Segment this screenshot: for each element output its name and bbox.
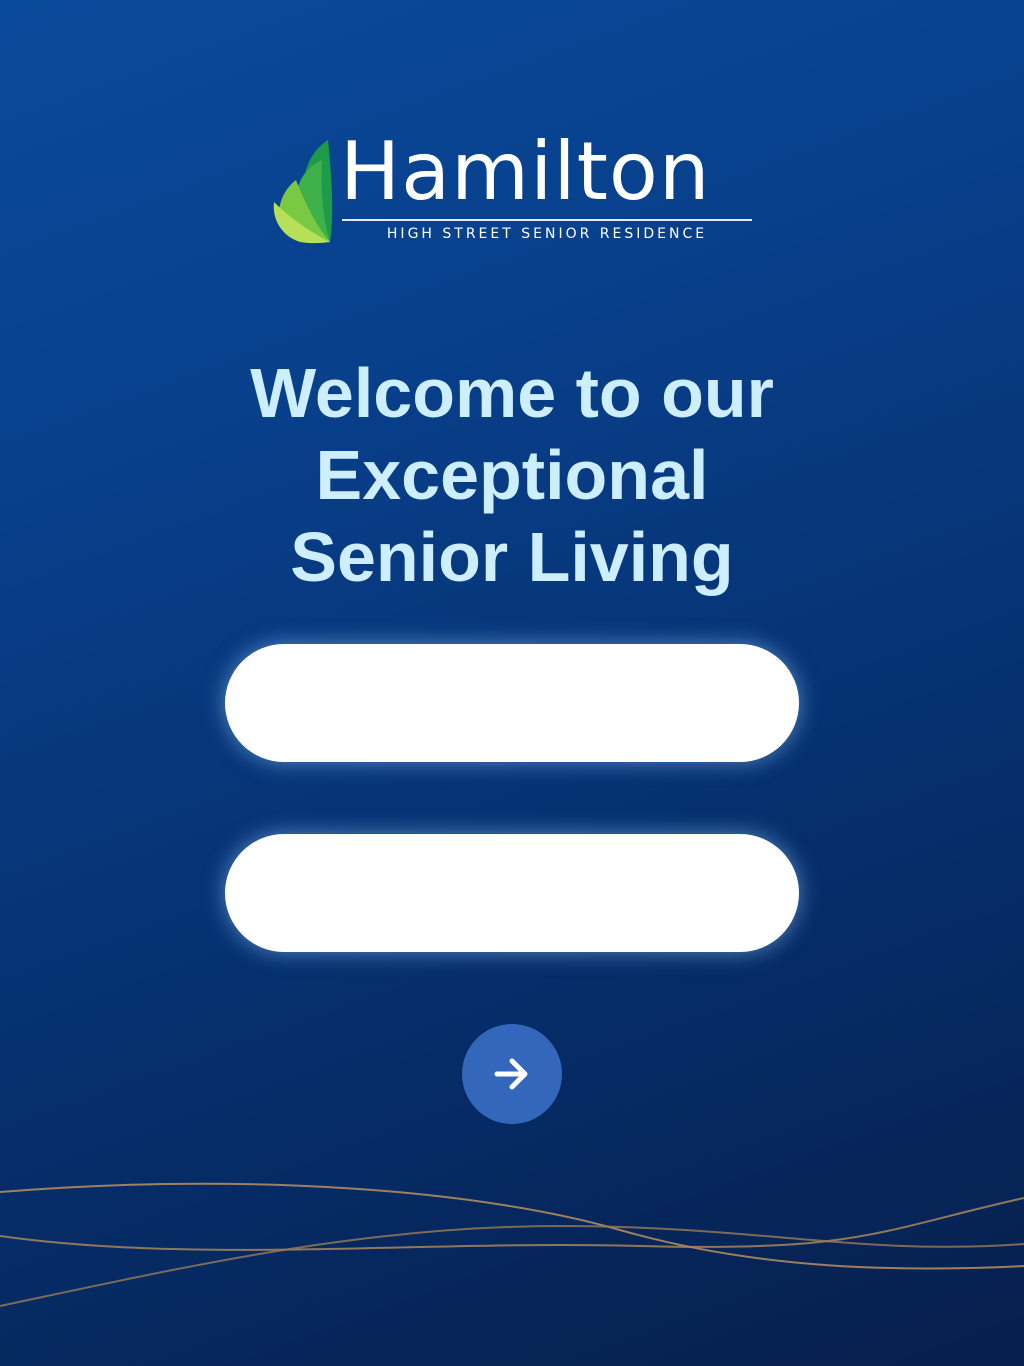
welcome-heading: Welcome to our Exceptional Senior Living bbox=[0, 352, 1024, 598]
welcome-line-2: Exceptional bbox=[315, 436, 709, 514]
welcome-line-3: Senior Living bbox=[290, 518, 734, 596]
next-button[interactable] bbox=[462, 1024, 562, 1124]
first-input-field[interactable] bbox=[225, 644, 799, 762]
arrow-right-icon bbox=[494, 1058, 528, 1090]
logo-divider bbox=[342, 219, 752, 221]
brand-logo: Hamilton HIGH STREET SENIOR RESIDENCE bbox=[272, 132, 754, 248]
brand-tagline: HIGH STREET SENIOR RESIDENCE bbox=[386, 226, 708, 242]
second-input-field[interactable] bbox=[225, 834, 799, 952]
brand-name: Hamilton bbox=[340, 125, 711, 218]
decorative-waves bbox=[0, 1182, 1024, 1307]
welcome-line-1: Welcome to our bbox=[250, 354, 774, 432]
leaf-icon bbox=[273, 140, 333, 244]
